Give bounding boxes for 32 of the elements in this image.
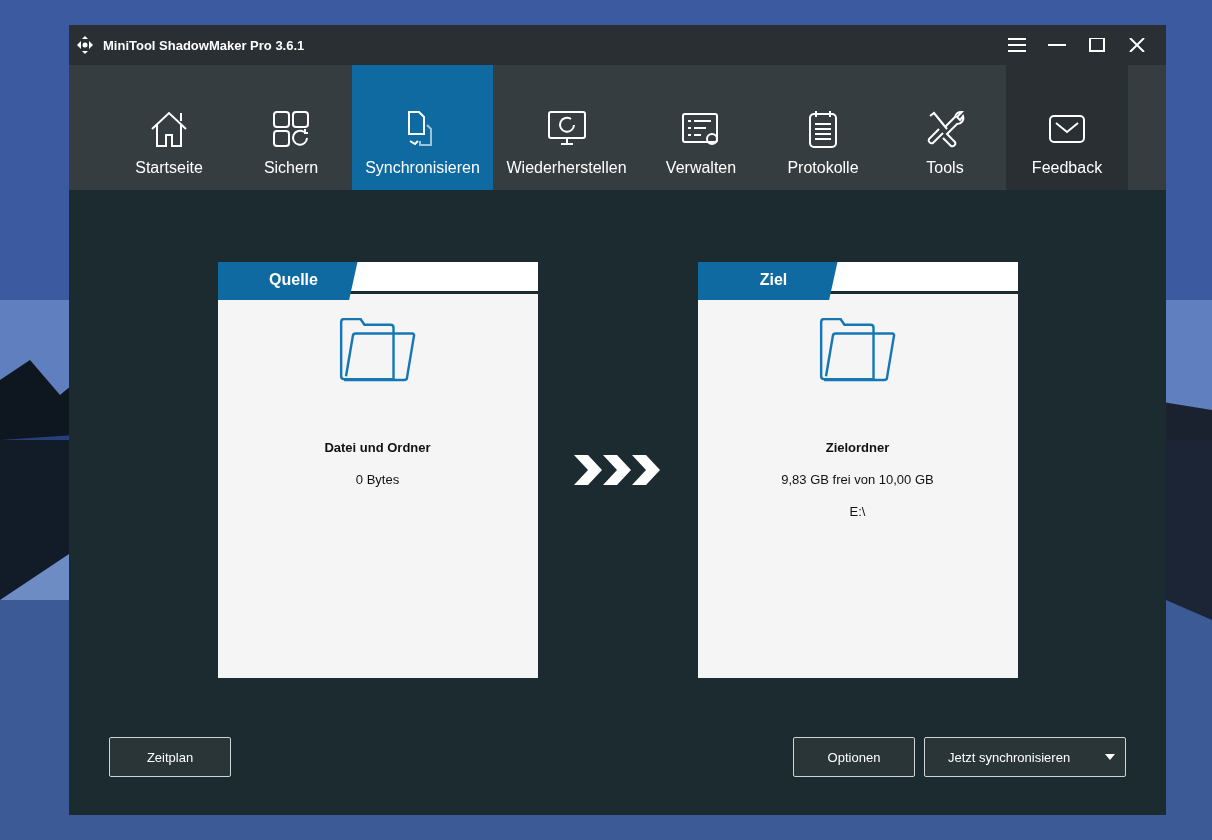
nav-tab[interactable]: Sichern [230, 65, 352, 190]
chevrons-icon [573, 455, 662, 485]
card-title: Zielordner [825, 440, 890, 455]
folder-icon [818, 318, 897, 382]
maximize-icon[interactable] [1088, 38, 1106, 52]
card-background[interactable]: Quelle Datei und Ordner 0 Bytes [217, 262, 538, 678]
tools-icon [925, 109, 965, 149]
nav-tab[interactable]: Feedback [1006, 65, 1128, 190]
card-detail: 9,83 GB frei von 10,00 GB [781, 472, 934, 487]
sync-now-button[interactable]: Jetzt synchronisieren [924, 737, 1126, 777]
grid-icon [271, 109, 311, 149]
nav-tab[interactable]: Protokolle [762, 65, 884, 190]
card-detail: E:\ [849, 504, 866, 519]
schedule-button[interactable]: Zeitplan [109, 737, 231, 777]
nav-tab[interactable]: Tools [884, 65, 1006, 190]
options-button[interactable]: Optionen [793, 737, 915, 777]
folder-icon [338, 318, 417, 382]
card-title: Datei und Ordner [324, 440, 431, 455]
window-title: MiniTool ShadowMaker Pro 3.6.1 [103, 37, 305, 53]
caret-icon [1105, 754, 1115, 760]
nav-tab[interactable]: Wiederherstellen [493, 65, 640, 190]
card-label: Ziel [697, 262, 838, 300]
card-background[interactable]: Ziel Zielordner 9,83 GB frei von 10,00 GB E:\ [697, 262, 1018, 678]
nav-tab[interactable]: Verwalten [640, 65, 762, 190]
close-icon[interactable] [1128, 38, 1146, 52]
menu-icon[interactable] [1008, 38, 1026, 52]
house-icon [149, 109, 189, 149]
nav-tab[interactable]: Synchronisieren [352, 65, 493, 190]
card-detail: 0 Bytes [355, 472, 400, 487]
card-label: Quelle [217, 262, 358, 300]
logo-icon [75, 35, 95, 55]
nav-tab[interactable]: Startseite [108, 65, 230, 190]
